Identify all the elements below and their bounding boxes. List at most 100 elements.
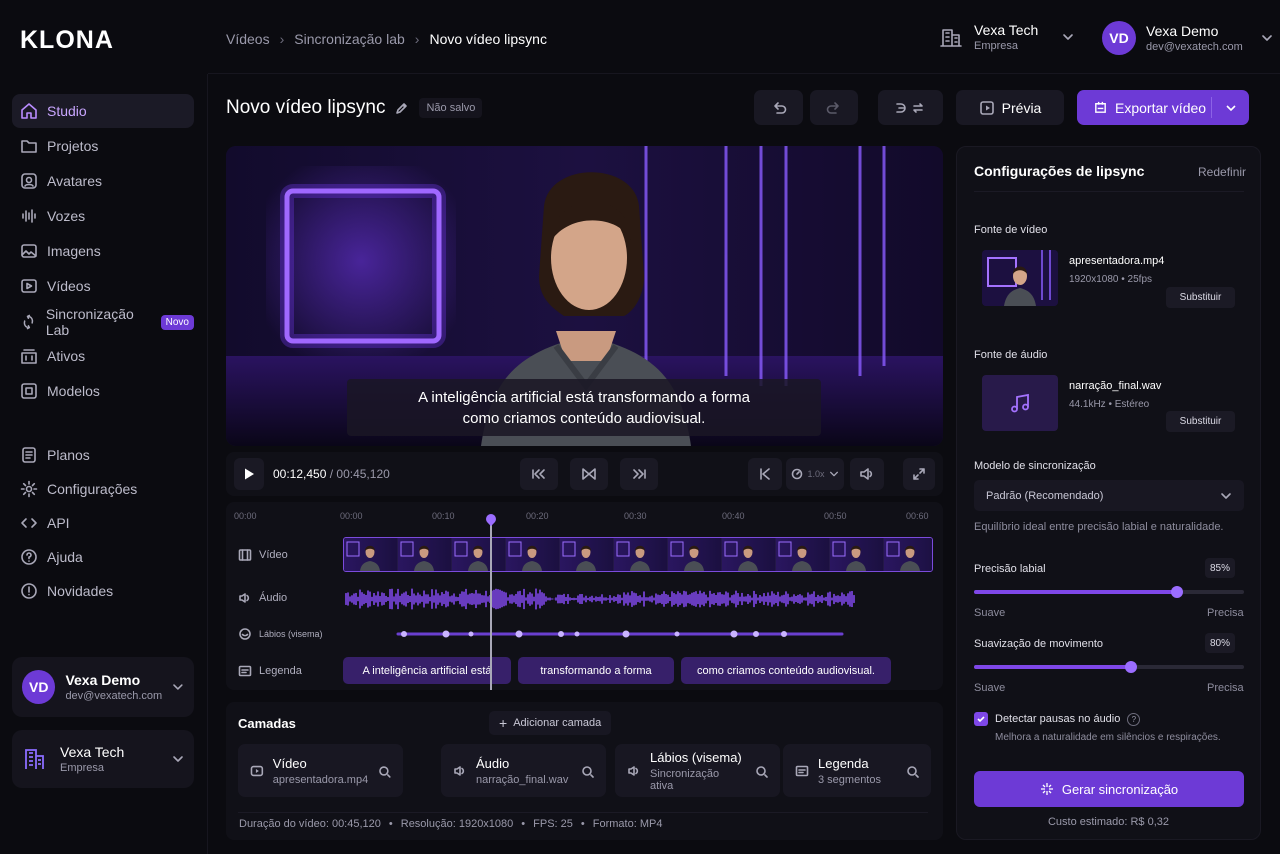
format-info: Formato: MP4: [592, 818, 663, 830]
settings-icon[interactable]: [377, 764, 391, 778]
layer-card-video[interactable]: Vídeo apresentadora.mp4: [238, 744, 403, 797]
slider-handle[interactable]: [1124, 661, 1137, 673]
lip-precision-slider[interactable]: [974, 586, 1244, 598]
breadcrumb-videos[interactable]: Vídeos: [226, 31, 270, 47]
audio-waveform[interactable]: [226, 584, 943, 614]
viseme-track[interactable]: [226, 628, 943, 640]
plans-icon: [22, 447, 36, 463]
settings-icon[interactable]: [580, 764, 594, 778]
estimated-cost: Custo estimado: R$ 0,32: [1047, 816, 1170, 828]
sidebar-item-novidades[interactable]: Novidades: [12, 574, 194, 608]
generate-label: Gerar sincronização: [1061, 781, 1179, 797]
sidebar-item-label: Projetos: [47, 138, 99, 154]
settings-icon[interactable]: [905, 764, 919, 778]
total-time: 00:45,120: [336, 467, 390, 481]
pause-checkbox[interactable]: [974, 712, 988, 726]
caption-segment[interactable]: transformando a forma: [518, 657, 674, 684]
audio-file-name: narração_final.wav: [1069, 380, 1162, 392]
sidebar-item-vozes[interactable]: Vozes: [12, 199, 194, 233]
layer-sub: narração_final.wav: [476, 773, 569, 786]
loop-button[interactable]: [570, 458, 608, 490]
video-track-clip[interactable]: [343, 537, 933, 572]
pause-label: Detectar pausas no áudio: [995, 713, 1121, 725]
video-info-footer: Duração do vídeo: 00:45,120 • Resolução: …: [239, 818, 662, 830]
redo-button[interactable]: [810, 90, 858, 125]
caption-icon: [238, 665, 252, 677]
layer-card-lips[interactable]: Lábios (visema) Sincronização ativa: [615, 744, 780, 797]
building-icon: [940, 29, 962, 47]
model-select[interactable]: Padrão (Recomendado): [974, 480, 1244, 511]
subtitle-line: A inteligência artificial está transform…: [418, 389, 750, 406]
pause-description: Melhora a naturalidade em silêncios e re…: [995, 732, 1221, 743]
layer-card-caption[interactable]: Legenda 3 segmentos: [783, 744, 931, 797]
info-icon[interactable]: ?: [1127, 712, 1141, 726]
video-source-label: Fonte de vídeo: [974, 224, 1048, 236]
user-menu[interactable]: VD Vexa Demo dev@vexatech.com: [1102, 21, 1273, 55]
skip-back-button[interactable]: [520, 458, 558, 490]
org-card[interactable]: Vexa Tech Empresa: [12, 730, 194, 788]
playhead[interactable]: [483, 511, 498, 690]
add-layer-button[interactable]: + Adicionar camada: [489, 711, 612, 735]
undo-button[interactable]: [754, 90, 803, 125]
export-button[interactable]: Exportar vídeo: [1077, 90, 1249, 125]
sidebar-item-ajuda[interactable]: Ajuda: [12, 540, 194, 574]
sidebar-item-configuracoes[interactable]: Configurações: [12, 472, 194, 506]
breadcrumb-sync-lab[interactable]: Sincronização lab: [294, 31, 405, 47]
fast-forward-icon: [633, 469, 646, 479]
chevron-down-icon[interactable]: [1225, 102, 1237, 114]
check-icon: [977, 716, 985, 723]
video-frame-thumbnail: [398, 538, 452, 571]
app-logo[interactable]: KLONA: [20, 26, 114, 55]
sidebar-item-api[interactable]: API: [12, 506, 194, 540]
sidebar-item-sincronizacao-lab[interactable]: Sincronização Lab Novo: [12, 305, 194, 339]
preview-button[interactable]: Prévia: [956, 90, 1064, 125]
sidebar-item-label: Configurações: [47, 481, 138, 497]
sidebar-item-avatares[interactable]: Avatares: [12, 164, 194, 198]
audio-file-meta: 44.1kHz • Estéreo: [1069, 399, 1150, 410]
bowtie-icon: [582, 468, 596, 480]
video-file-meta: 1920x1080 • 25fps: [1069, 274, 1153, 285]
plus-icon: +: [499, 715, 508, 731]
sidebar-item-planos[interactable]: Planos: [12, 438, 194, 472]
gear-icon: [20, 480, 38, 498]
play-button[interactable]: [234, 458, 264, 490]
generate-sync-button[interactable]: Gerar sincronização: [974, 771, 1244, 807]
split-merge-button[interactable]: [878, 90, 943, 125]
sidebar-item-videos[interactable]: Vídeos: [12, 269, 194, 303]
sidebar-item-modelos[interactable]: Modelos: [12, 374, 194, 408]
replace-audio-button[interactable]: Substituir: [1166, 411, 1235, 432]
volume-button[interactable]: [850, 458, 884, 490]
user-card[interactable]: VD Vexa Demo dev@vexatech.com: [12, 657, 194, 717]
frame-back-button[interactable]: [748, 458, 782, 490]
caption-segment[interactable]: como criamos conteúdo audiovisual.: [681, 657, 891, 684]
models-icon: [21, 383, 37, 399]
video-preview[interactable]: A inteligência artificial está transform…: [226, 146, 943, 446]
sidebar-item-ativos[interactable]: Ativos: [12, 339, 194, 373]
sidebar-item-projetos[interactable]: Projetos: [12, 129, 194, 163]
replace-video-button[interactable]: Substituir: [1166, 287, 1235, 308]
breadcrumb: Vídeos › Sincronização lab › Novo vídeo …: [226, 31, 547, 47]
detect-pauses-option[interactable]: Detectar pausas no áudio ?: [974, 712, 1141, 726]
speed-select[interactable]: 1.0x: [786, 458, 844, 490]
sidebar-item-label: Planos: [47, 447, 90, 463]
chevron-right-icon: ›: [414, 31, 420, 47]
smoothing-slider[interactable]: [974, 661, 1244, 673]
settings-icon[interactable]: [754, 764, 768, 778]
reset-link[interactable]: Redefinir: [1198, 165, 1246, 179]
timeline[interactable]: 00:00 00:00 00:10 00:20 00:30 00:40 00:50 00:60…: [226, 502, 943, 690]
film-icon: [238, 549, 252, 561]
fullscreen-button[interactable]: [903, 458, 935, 490]
caption-segment[interactable]: A inteligência artificial está: [343, 657, 511, 684]
sidebar-item-studio[interactable]: Studio: [12, 94, 194, 128]
skip-forward-button[interactable]: [620, 458, 658, 490]
video-frame-thumbnail: [722, 538, 776, 571]
org-switcher[interactable]: Vexa Tech Empresa: [940, 22, 1074, 52]
slider-handle[interactable]: [1170, 586, 1183, 598]
layer-card-audio[interactable]: Áudio narração_final.wav: [441, 744, 606, 797]
video-frame-thumbnail: [344, 538, 398, 571]
sidebar-item-imagens[interactable]: Imagens: [12, 234, 194, 268]
edit-icon[interactable]: [395, 101, 409, 115]
export-label: Exportar vídeo: [1115, 99, 1207, 116]
track-label-text: Vídeo: [259, 549, 288, 561]
playhead-handle[interactable]: [483, 511, 498, 527]
